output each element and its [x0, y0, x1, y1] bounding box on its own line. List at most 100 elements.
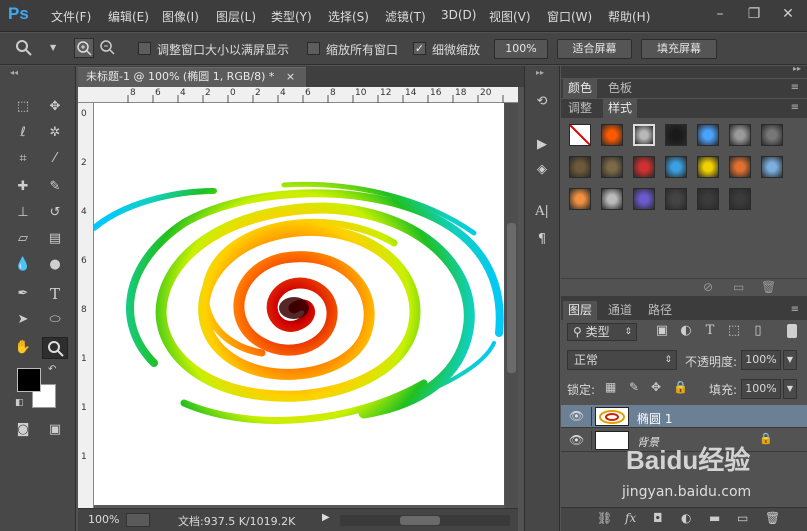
- move-tool-icon[interactable]: ✥: [44, 97, 66, 117]
- pen-tool-icon[interactable]: ✒: [12, 284, 34, 304]
- gradient-tool-icon[interactable]: ▤: [44, 229, 66, 249]
- lock-position-icon[interactable]: ✥: [651, 380, 661, 394]
- filter-shape-icon[interactable]: ⬚: [725, 321, 743, 341]
- filter-type-icon[interactable]: T: [701, 321, 719, 341]
- style-swatch[interactable]: [665, 156, 687, 178]
- style-swatch[interactable]: [601, 156, 623, 178]
- close-tab-icon[interactable]: ×: [286, 70, 295, 83]
- menu-file[interactable]: 文件(F): [51, 8, 91, 25]
- menu-view[interactable]: 视图(V): [489, 8, 531, 25]
- style-swatch[interactable]: [665, 124, 687, 146]
- filter-pixel-icon[interactable]: ▣: [653, 321, 671, 341]
- tab-color[interactable]: 颜色: [563, 79, 598, 98]
- fill-screen-button[interactable]: 填充屏幕: [641, 39, 717, 59]
- tab-swatches[interactable]: 色板: [603, 79, 637, 98]
- layer-name[interactable]: 椭圆 1: [637, 410, 672, 427]
- crop-tool-icon[interactable]: ⌗: [12, 149, 34, 169]
- collapse-toolbox-icon[interactable]: ◂◂: [10, 68, 18, 77]
- h-scrollbar-thumb[interactable]: [400, 516, 440, 525]
- menu-help[interactable]: 帮助(H): [608, 8, 650, 25]
- 3d-panel-icon[interactable]: ◈: [531, 160, 553, 180]
- style-swatch[interactable]: [633, 156, 655, 178]
- fill-dropdown-icon[interactable]: ▼: [783, 379, 797, 399]
- tab-adjustments[interactable]: 调整: [563, 99, 597, 118]
- tab-channels[interactable]: 通道: [603, 301, 637, 320]
- layer-style-icon[interactable]: fx: [625, 511, 636, 525]
- lock-transparent-icon[interactable]: ▦: [605, 380, 616, 394]
- scrollbar-thumb[interactable]: [507, 223, 516, 373]
- style-swatch[interactable]: [761, 156, 783, 178]
- style-swatch[interactable]: [697, 156, 719, 178]
- style-swatch[interactable]: [633, 188, 655, 210]
- lock-all-icon[interactable]: 🔒: [673, 380, 688, 394]
- lock-pixels-icon[interactable]: ✎: [629, 380, 639, 394]
- minimize-icon[interactable]: –: [708, 3, 732, 25]
- fill-input[interactable]: 100%: [741, 379, 781, 399]
- style-swatch[interactable]: [569, 156, 591, 178]
- brush-tool-icon[interactable]: ✎: [44, 177, 66, 197]
- history-panel-icon[interactable]: ⟲: [531, 92, 553, 112]
- new-style-icon[interactable]: ▭: [733, 280, 744, 294]
- panel-menu-icon[interactable]: ≡: [791, 304, 799, 315]
- status-menu-arrow-icon[interactable]: ▶: [322, 512, 330, 523]
- maximize-icon[interactable]: ❐: [742, 3, 766, 25]
- visibility-eye-icon[interactable]: 👁: [569, 433, 584, 447]
- lasso-tool-icon[interactable]: ℓ: [12, 123, 34, 143]
- tab-paths[interactable]: 路径: [643, 301, 677, 320]
- filter-adjustment-icon[interactable]: ◐: [677, 321, 695, 341]
- new-layer-icon[interactable]: ▭: [737, 511, 748, 525]
- opacity-input[interactable]: 100%: [741, 350, 781, 370]
- preset-dropdown-icon[interactable]: ▼: [50, 43, 56, 52]
- scrubby-zoom-checkbox[interactable]: ✓: [413, 42, 426, 55]
- document-tab[interactable]: 未标题-1 @ 100% (椭圆 1, RGB/8) * ×: [78, 67, 306, 87]
- panel-menu-icon[interactable]: ≡: [791, 82, 799, 93]
- layer-row-ellipse[interactable]: 👁 椭圆 1: [561, 405, 807, 428]
- style-swatch[interactable]: [601, 188, 623, 210]
- eyedropper-tool-icon[interactable]: ⁄: [44, 149, 66, 169]
- menu-layer[interactable]: 图层(L): [216, 8, 256, 25]
- screen-mode-icon[interactable]: ▣: [44, 420, 66, 440]
- marquee-tool-icon[interactable]: ⬚: [12, 97, 34, 117]
- link-layers-icon[interactable]: ⛓: [597, 511, 612, 525]
- new-group-icon[interactable]: ▬: [709, 511, 720, 525]
- style-swatch[interactable]: [697, 124, 719, 146]
- swap-colors-icon[interactable]: ↶: [48, 364, 56, 375]
- zoom-tool-icon[interactable]: [42, 337, 68, 359]
- delete-style-icon[interactable]: 🗑: [761, 280, 776, 294]
- style-swatch[interactable]: [569, 124, 591, 146]
- style-swatch[interactable]: [665, 188, 687, 210]
- filter-smart-object-icon[interactable]: ▯: [749, 321, 767, 341]
- style-swatch[interactable]: [729, 156, 751, 178]
- quick-mask-icon[interactable]: ◙: [12, 420, 34, 440]
- style-swatch[interactable]: [729, 188, 751, 210]
- actual-pixels-button[interactable]: 100%: [494, 39, 548, 59]
- adjustment-layer-icon[interactable]: ◐: [681, 511, 691, 525]
- menu-filter[interactable]: 滤镜(T): [385, 8, 426, 25]
- status-preview-icon[interactable]: [126, 513, 150, 527]
- paragraph-panel-icon[interactable]: ¶: [531, 230, 553, 250]
- actions-panel-icon[interactable]: ▶: [531, 135, 553, 155]
- menu-window[interactable]: 窗口(W): [547, 8, 592, 25]
- menu-type[interactable]: 类型(Y): [271, 8, 312, 25]
- panel-menu-icon[interactable]: ≡: [791, 102, 799, 113]
- zoom-in-icon[interactable]: [74, 38, 94, 58]
- clear-style-icon[interactable]: ⊘: [703, 280, 713, 294]
- healing-brush-tool-icon[interactable]: ✚: [12, 177, 34, 197]
- eraser-tool-icon[interactable]: ▱: [12, 229, 34, 249]
- horizontal-scrollbar[interactable]: [340, 515, 510, 526]
- type-tool-icon[interactable]: T: [44, 284, 66, 304]
- style-swatch[interactable]: [729, 124, 751, 146]
- opacity-dropdown-icon[interactable]: ▼: [783, 350, 797, 370]
- layer-mask-icon[interactable]: ◘: [653, 511, 663, 525]
- tab-styles[interactable]: 样式: [603, 99, 638, 118]
- visibility-eye-icon[interactable]: 👁: [569, 409, 584, 423]
- menu-select[interactable]: 选择(S): [328, 8, 369, 25]
- menu-edit[interactable]: 编辑(E): [108, 8, 149, 25]
- zoom-level[interactable]: 100%: [88, 513, 119, 526]
- dodge-tool-icon[interactable]: ●: [44, 255, 66, 275]
- layer-filter-select[interactable]: ⚲ 类型 ⇕: [567, 323, 637, 341]
- vertical-scrollbar[interactable]: [505, 103, 518, 508]
- character-panel-icon[interactable]: A|: [531, 202, 553, 222]
- style-swatch[interactable]: [569, 188, 591, 210]
- style-swatch[interactable]: [761, 124, 783, 146]
